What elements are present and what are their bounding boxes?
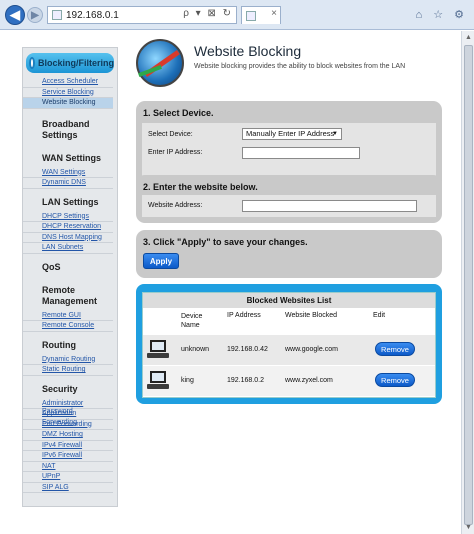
sidebar-link-remote-console[interactable]: Remote Console [23, 321, 113, 332]
forward-icon[interactable]: ▶ [27, 7, 43, 23]
sidebar-link-dhcp-reservation[interactable]: DHCP Reservation [23, 222, 113, 233]
sidebar-active-section[interactable]: Blocking/Filtering [26, 53, 114, 73]
sidebar-section-wan[interactable]: WAN Settings [23, 145, 117, 168]
chevron-down-icon: ▼ [332, 131, 338, 137]
sidebar-section-security[interactable]: Security [23, 376, 117, 399]
sidebar-link-app-forwarding[interactable]: Application Forwarding [23, 409, 113, 426]
sidebar-link-static-routing[interactable]: Static Routing [23, 365, 113, 376]
tab-close-icon[interactable]: × [271, 8, 277, 19]
row-device: unknown [181, 346, 210, 353]
logo-bar [138, 65, 162, 77]
apply-button[interactable]: Apply [143, 253, 179, 269]
row-website: www.google.com [285, 346, 338, 353]
sidebar-section-lan[interactable]: LAN Settings [23, 189, 117, 212]
remove-button[interactable]: Remove [375, 373, 415, 387]
sidebar-link-port-forwarding[interactable]: Port Forwarding [23, 420, 113, 430]
address-tools[interactable]: ρ ▾ ⊠ ↻ [183, 8, 233, 19]
apply-panel: 3. Click "Apply" to save your changes. A… [136, 230, 442, 278]
row-device: king [181, 377, 194, 384]
sidebar-link-lan-subnets[interactable]: LAN Subnets [23, 243, 113, 254]
ip-address-label: Enter IP Address: [148, 149, 203, 156]
sidebar-link-dynamic-routing[interactable]: Dynamic Routing [23, 355, 113, 365]
tab-page-icon [246, 11, 256, 21]
device-select[interactable]: Manually Enter IP Address ▼ [242, 128, 342, 140]
sidebar-link-sip-alg[interactable]: SIP ALG [23, 483, 113, 493]
website-blocking-logo [136, 39, 184, 87]
scroll-down-icon[interactable]: ▼ [465, 524, 472, 531]
row-ip: 192.168.0.42 [227, 346, 268, 353]
address-text: 192.168.0.1 [66, 9, 119, 21]
scrollbar-thumb[interactable] [464, 45, 473, 525]
website-address-label: Website Address: [148, 202, 203, 209]
ip-address-input[interactable] [242, 147, 360, 159]
sidebar-link-ipv6-firewall[interactable]: IPv6 Firewall [23, 451, 113, 462]
globe-icon [29, 57, 35, 69]
sidebar-link-dmz-hosting[interactable]: DMZ Hosting [23, 430, 113, 441]
browser-tools-icons[interactable]: ⌂ ☆ ⚙ [416, 8, 468, 21]
sidebar-link-access-scheduler[interactable]: Access Scheduler [23, 77, 113, 88]
sidebar-link-wan-settings[interactable]: WAN Settings [23, 168, 113, 178]
computer-icon [147, 340, 169, 359]
sidebar-section-broadband[interactable]: Broadband Settings [23, 109, 117, 145]
col-website-blocked: Website Blocked [285, 312, 338, 319]
sidebar-link-upnp[interactable]: UPnP [23, 472, 113, 483]
table-row: king 192.168.0.2 www.zyxel.com Remove [143, 366, 435, 396]
sidebar-section-qos[interactable]: QoS [23, 254, 117, 277]
select-device-label: Select Device: [148, 131, 193, 138]
page-title: Website Blocking [194, 43, 302, 59]
sidebar-active-label: Blocking/Filtering [37, 58, 114, 68]
step1-heading: 1. Select Device. [143, 108, 214, 118]
page-icon [52, 10, 62, 20]
back-icon[interactable]: ◀ [5, 5, 25, 25]
sidebar-link-remote-gui[interactable]: Remote GUI [23, 311, 113, 321]
address-bar[interactable]: 192.168.0.1 ρ ▾ ⊠ ↻ [47, 6, 237, 24]
step3-heading: 3. Click "Apply" to save your changes. [143, 237, 308, 247]
col-device-name: Device Name [181, 313, 203, 329]
sidebar-section-routing[interactable]: Routing [23, 332, 117, 355]
remove-button[interactable]: Remove [375, 342, 415, 356]
vertical-scrollbar[interactable]: ▲ ▼ [461, 31, 474, 534]
sidebar-link-service-blocking[interactable]: Service Blocking [23, 88, 113, 98]
blocked-websites-table: Blocked Websites List Device Name IP Add… [142, 292, 436, 398]
computer-icon [147, 371, 169, 390]
table-row: unknown 192.168.0.42 www.google.com Remo… [143, 335, 435, 365]
col-ip-address: IP Address [227, 312, 261, 319]
browser-tab[interactable]: × [241, 6, 281, 24]
sidebar-link-dns-host-mapping[interactable]: DNS Host Mapping [23, 233, 113, 243]
sidebar-section-remote[interactable]: Remote Management [23, 277, 117, 311]
website-address-input[interactable] [242, 200, 417, 212]
sidebar-link-nat[interactable]: NAT [23, 462, 113, 472]
scroll-up-icon[interactable]: ▲ [465, 34, 472, 41]
row-ip: 192.168.0.2 [227, 377, 264, 384]
sidebar: Blocking/Filtering Access Scheduler Serv… [22, 47, 118, 507]
sidebar-link-ipv4-firewall[interactable]: IPv4 Firewall [23, 441, 113, 451]
website-panel: 2. Enter the website below. Website Addr… [136, 175, 442, 223]
sidebar-link-dhcp-settings[interactable]: DHCP Settings [23, 212, 113, 222]
sidebar-link-admin-password[interactable]: Administrator Password [23, 399, 113, 415]
sidebar-link-website-blocking[interactable]: Website Blocking [23, 98, 113, 109]
page-description: Website blocking provides the ability to… [194, 63, 406, 70]
row-website: www.zyxel.com [285, 377, 333, 384]
page-content: Blocking/Filtering Access Scheduler Serv… [0, 31, 461, 534]
device-select-value: Manually Enter IP Address [246, 129, 335, 138]
col-edit: Edit [373, 312, 386, 319]
sidebar-link-dynamic-dns[interactable]: Dynamic DNS [23, 178, 113, 189]
blocked-websites-panel: Blocked Websites List Device Name IP Add… [136, 284, 442, 404]
step2-heading: 2. Enter the website below. [143, 182, 258, 192]
blocked-list-title: Blocked Websites List [143, 293, 435, 308]
browser-toolbar: ◀ ▶ 192.168.0.1 ρ ▾ ⊠ ↻ × ⌂ ☆ ⚙ [0, 0, 474, 30]
website-form: Website Address: [142, 195, 436, 217]
